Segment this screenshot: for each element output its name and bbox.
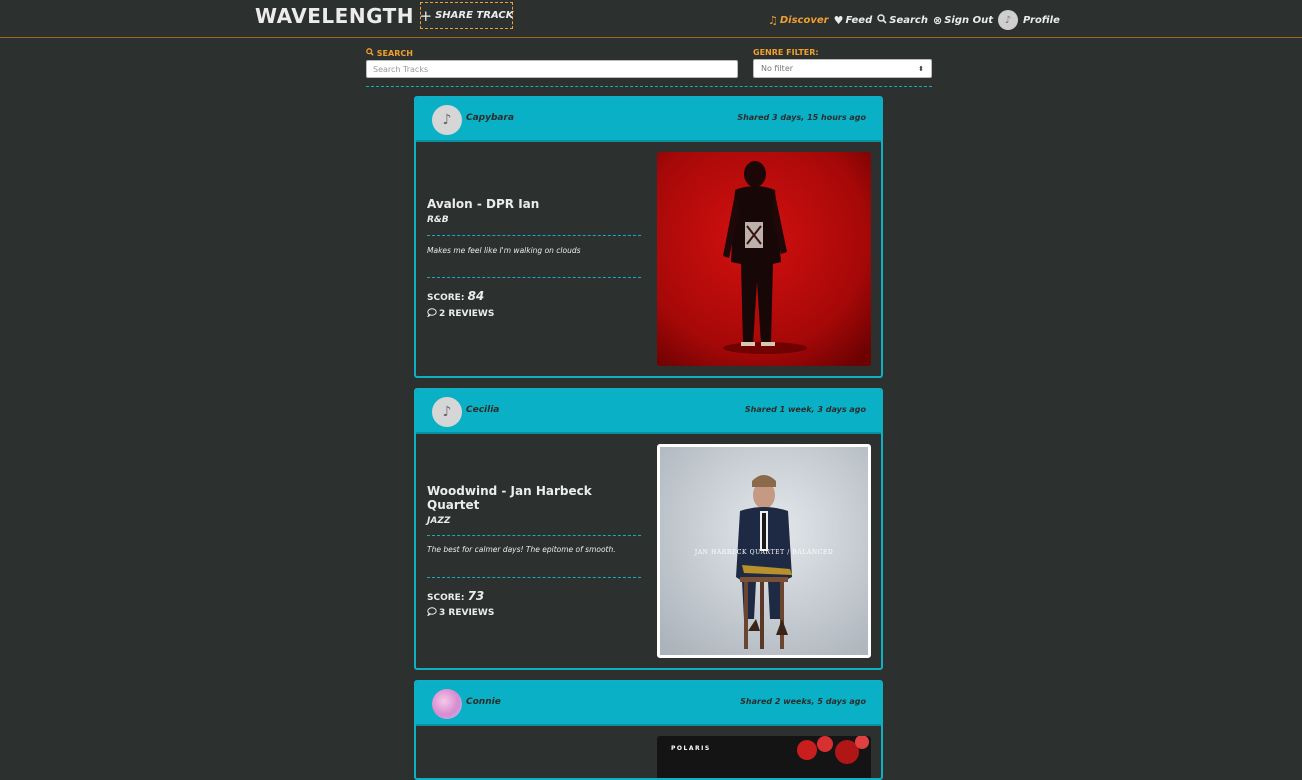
- avatar: ♪: [997, 10, 1018, 30]
- nav-links: ♫ Discover ♥ Feed Search ⊗ Sign Out ♪ Pr…: [768, 10, 1065, 30]
- shared-timestamp: Shared 2 weeks, 5 days ago: [740, 697, 866, 706]
- card-header: Connie Shared 2 weeks, 5 days ago: [416, 682, 881, 726]
- username[interactable]: Cecilia: [466, 405, 499, 415]
- nav-profile[interactable]: ♪ Profile: [997, 10, 1060, 30]
- nav-discover-label: Discover: [779, 14, 829, 26]
- track-title[interactable]: Woodwind - Jan Harbeck Quartet: [427, 484, 637, 512]
- track-score: SCORE: 84: [427, 289, 484, 303]
- cover-text: POLARIS: [671, 745, 711, 752]
- reviews-link[interactable]: 2 REVIEWS: [426, 308, 495, 320]
- nav-sign-out[interactable]: ⊗ Sign Out: [933, 14, 993, 27]
- avatar[interactable]: [432, 689, 462, 719]
- share-track-button[interactable]: + SHARE TRACK: [420, 2, 513, 29]
- genre-filter-select[interactable]: No filter ⬍: [753, 59, 932, 78]
- track-card: ♪ Cecilia Shared 1 week, 3 days ago Wood…: [414, 388, 883, 670]
- music-note-icon: ♫: [768, 13, 778, 27]
- reviews-count: 3 REVIEWS: [439, 608, 495, 618]
- divider: [427, 577, 641, 578]
- search-icon: [366, 48, 377, 58]
- comment-icon: [426, 308, 437, 320]
- heart-icon: ♥: [833, 13, 844, 27]
- score-label: SCORE:: [427, 293, 465, 303]
- nav-search-label: Search: [889, 14, 928, 26]
- brand-logo[interactable]: WAVELENGTH: [255, 4, 414, 28]
- track-genre: R&B: [427, 215, 449, 225]
- divider: [427, 235, 641, 236]
- shared-timestamp: Shared 1 week, 3 days ago: [744, 405, 866, 414]
- nav-feed[interactable]: ♥ Feed: [834, 14, 873, 27]
- track-title[interactable]: Avalon - DPR Ian: [427, 197, 637, 211]
- score-value: 84: [467, 289, 485, 303]
- search-input[interactable]: [366, 60, 738, 78]
- album-cover[interactable]: POLARIS: [657, 736, 871, 778]
- nav-profile-label: Profile: [1022, 14, 1060, 26]
- track-description: Makes me feel like I'm walking on clouds: [427, 246, 581, 255]
- plus-icon: +: [419, 6, 433, 25]
- track-genre: JAZZ: [427, 516, 451, 526]
- reviews-link[interactable]: 3 REVIEWS: [426, 607, 495, 619]
- album-cover[interactable]: JAN HARBECK QUARTET / BALANCED: [657, 444, 871, 658]
- shared-timestamp: Shared 3 days, 15 hours ago: [737, 113, 866, 122]
- nav-sign-out-label: Sign Out: [944, 14, 993, 26]
- divider: [366, 86, 932, 87]
- score-label: SCORE:: [427, 593, 465, 603]
- nav-feed-label: Feed: [845, 14, 873, 26]
- username[interactable]: Capybara: [466, 113, 514, 123]
- close-circle-icon: ⊗: [932, 13, 943, 27]
- divider: [427, 535, 641, 536]
- username[interactable]: Connie: [466, 697, 501, 707]
- track-score: SCORE: 73: [427, 589, 484, 603]
- genre-filter-value: No filter: [761, 64, 794, 73]
- nav-search[interactable]: Search: [877, 13, 928, 27]
- score-value: 73: [467, 589, 485, 603]
- card-header: ♪ Cecilia Shared 1 week, 3 days ago: [416, 390, 881, 434]
- search-icon: [877, 13, 887, 27]
- reviews-count: 2 REVIEWS: [439, 309, 495, 319]
- track-card: Connie Shared 2 weeks, 5 days ago POLARI…: [414, 680, 883, 780]
- avatar[interactable]: ♪: [432, 397, 462, 427]
- genre-filter-label: GENRE FILTER:: [753, 48, 819, 57]
- card-header: ♪ Capybara Shared 3 days, 15 hours ago: [416, 98, 881, 142]
- comment-icon: [426, 607, 437, 619]
- navbar: WAVELENGTH + SHARE TRACK ♫ Discover ♥ Fe…: [0, 0, 1302, 38]
- track-description: The best for calmer days! The epitome of…: [427, 545, 616, 554]
- search-label-text: SEARCH: [376, 49, 413, 58]
- avatar[interactable]: ♪: [432, 105, 462, 135]
- select-caret-icon: ⬍: [918, 64, 924, 73]
- cover-text: JAN HARBECK QUARTET / BALANCED: [694, 549, 834, 556]
- divider: [427, 277, 641, 278]
- search-label: SEARCH: [366, 48, 413, 58]
- album-cover[interactable]: [657, 152, 871, 366]
- nav-discover[interactable]: ♫ Discover: [768, 14, 829, 27]
- track-card: ♪ Capybara Shared 3 days, 15 hours ago A…: [414, 96, 883, 378]
- share-track-label: SHARE TRACK: [435, 10, 514, 21]
